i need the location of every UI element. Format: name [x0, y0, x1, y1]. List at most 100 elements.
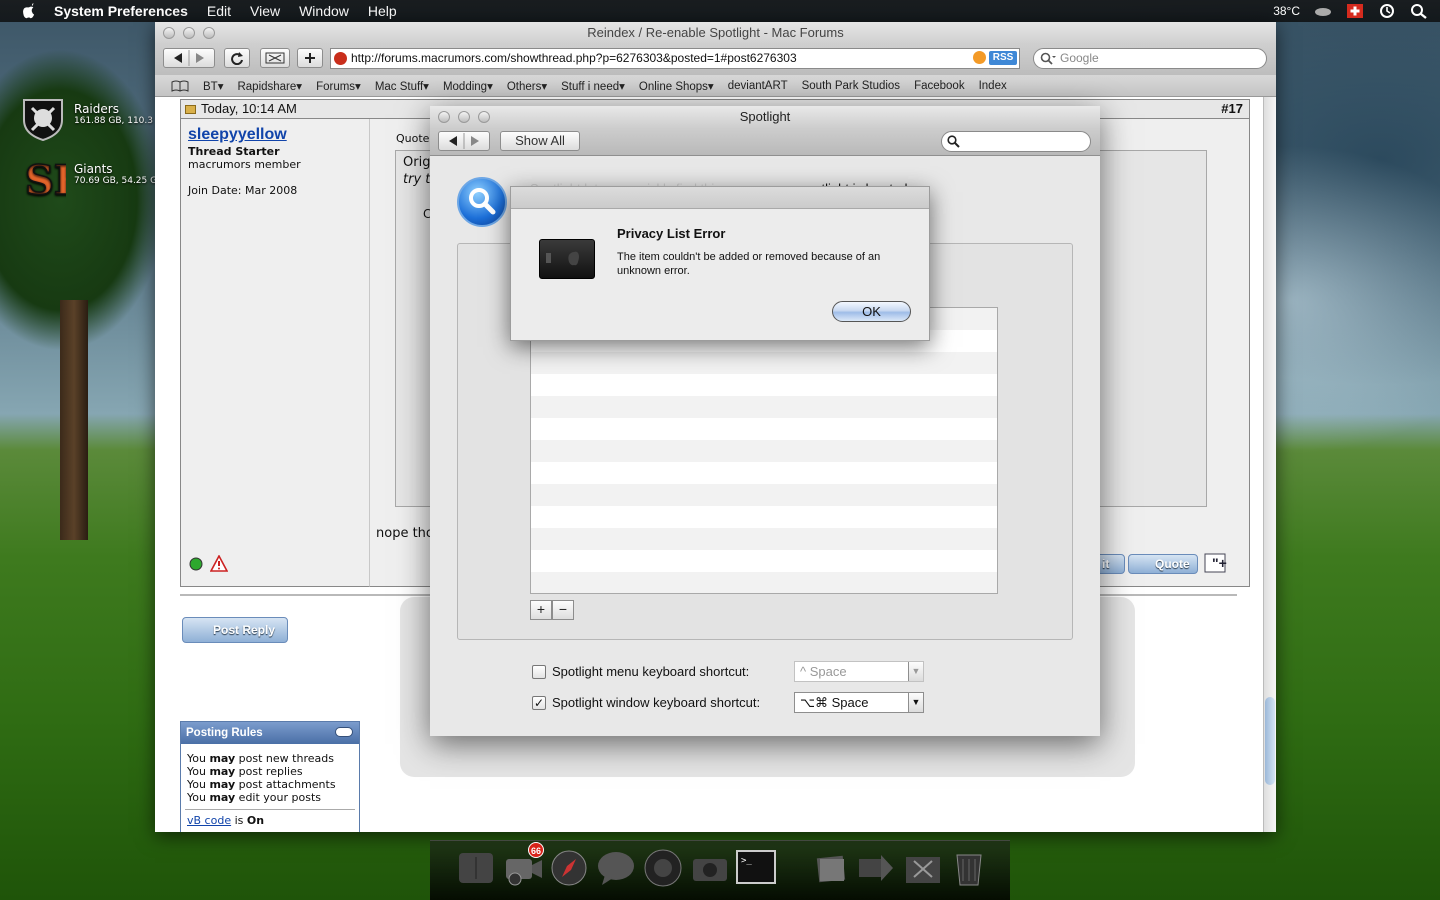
close-button[interactable]: [163, 27, 175, 39]
browser-titlebar[interactable]: Reindex / Re-enable Spotlight - Mac Foru…: [155, 22, 1276, 44]
bookmark-bt[interactable]: BT▾: [203, 79, 223, 93]
report-post-icon[interactable]: [210, 555, 228, 572]
bookmark-others[interactable]: Others▾: [507, 79, 547, 93]
minimize-button[interactable]: [458, 111, 470, 123]
menu-shortcut-checkbox[interactable]: [532, 664, 546, 679]
rule-item: You may edit your posts: [187, 791, 322, 804]
preferences-search-field[interactable]: [941, 131, 1091, 152]
apple-menu-icon[interactable]: [18, 3, 40, 19]
back-forward-buttons[interactable]: [438, 131, 490, 151]
minimize-button[interactable]: [183, 27, 195, 39]
svg-text:SF: SF: [25, 157, 66, 202]
bookmark-mac-stuff[interactable]: Mac Stuff▾: [375, 79, 429, 93]
search-icon: [1040, 52, 1056, 65]
privacy-error-dialog: Privacy List Error The item couldn't be …: [510, 186, 930, 341]
post-username[interactable]: sleepyyellow: [188, 126, 287, 144]
bookmark-facebook[interactable]: Facebook: [914, 80, 965, 92]
bookmark-stuff-i-need[interactable]: Stuff i need▾: [561, 79, 625, 93]
rss-button[interactable]: RSS: [989, 51, 1017, 65]
menu-help[interactable]: Help: [368, 3, 397, 19]
feed-icon[interactable]: [973, 51, 986, 64]
menu-app-name[interactable]: System Preferences: [54, 3, 188, 19]
search-field[interactable]: Google: [1033, 48, 1267, 69]
camera-icon[interactable]: [689, 847, 731, 889]
trash-icon[interactable]: [948, 847, 990, 889]
snapback-button[interactable]: [260, 48, 290, 68]
page-scrollbar[interactable]: [1263, 97, 1276, 832]
close-button[interactable]: [438, 111, 450, 123]
bookmark-modding[interactable]: Modding▾: [443, 79, 493, 93]
temperature-readout[interactable]: 38°C: [1273, 4, 1300, 18]
plus-icon: [305, 53, 315, 63]
menu-shortcut-popup[interactable]: ^ Space ▼: [794, 661, 924, 682]
address-bar[interactable]: http://forums.macrumors.com/showthread.p…: [330, 48, 1020, 69]
desktop-drive-raiders[interactable]: Raiders 161.88 GB, 110.3: [20, 96, 153, 142]
drive-name: Raiders: [74, 102, 119, 116]
multi-quote-icon[interactable]: "+: [1203, 551, 1229, 575]
post-reply-button[interactable]: Post Reply: [182, 617, 288, 643]
zoom-button[interactable]: [478, 111, 490, 123]
swiss-flag-icon[interactable]: [1346, 3, 1364, 19]
forward-arrow-icon[interactable]: [855, 847, 897, 889]
quote-text: try t: [403, 172, 431, 187]
browser-toolbar: http://forums.macrumors.com/showthread.p…: [155, 44, 1276, 75]
bookmarks-book-icon[interactable]: [171, 80, 189, 92]
add-location-button[interactable]: +: [530, 600, 552, 620]
quote-label: Quote: [396, 132, 430, 145]
spotlight-titlebar[interactable]: Spotlight: [430, 106, 1100, 128]
drive-name: Giants: [74, 162, 113, 176]
menu-shortcut-row: Spotlight menu keyboard shortcut:: [532, 664, 749, 679]
safari-compass-icon[interactable]: [548, 847, 590, 889]
desktop-drive-giants[interactable]: SF Giants 70.69 GB, 54.25 G: [20, 152, 157, 202]
remove-location-button[interactable]: −: [552, 600, 574, 620]
bookmark-deviantart[interactable]: deviantART: [728, 80, 788, 92]
quote-button[interactable]: Quote: [1128, 554, 1198, 574]
menu-view[interactable]: View: [250, 3, 280, 19]
giants-drive-icon: SF: [24, 156, 66, 202]
online-status-icon: [189, 557, 203, 571]
terminal-icon[interactable]: >_: [735, 847, 777, 889]
posting-rules-title: Posting Rules: [186, 727, 263, 739]
browser-title: Reindex / Re-enable Spotlight - Mac Foru…: [587, 25, 844, 40]
reload-button[interactable]: [224, 48, 250, 68]
window-controls: [163, 27, 215, 39]
show-all-button[interactable]: Show All: [500, 131, 580, 151]
rule-item: You may post attachments: [187, 778, 336, 791]
time-machine-icon[interactable]: [1378, 3, 1396, 19]
scrollbar-thumb[interactable]: [1265, 697, 1275, 785]
bookmark-south-park-studios[interactable]: South Park Studios: [802, 80, 900, 92]
chevron-down-icon: ▼: [908, 662, 923, 681]
window-shortcut-row: ✓ Spotlight window keyboard shortcut:: [532, 695, 760, 710]
bookmark-online-shops[interactable]: Online Shops▾: [639, 79, 714, 93]
stack-folder-icon[interactable]: [810, 847, 852, 889]
drive-info: 70.69 GB, 54.25 G: [74, 176, 158, 186]
zoom-button[interactable]: [203, 27, 215, 39]
back-forward-arrows-icon: [449, 133, 479, 149]
menu-edit[interactable]: Edit: [207, 3, 231, 19]
speaker-icon[interactable]: [642, 847, 684, 889]
spotlight-menu-icon[interactable]: [1410, 3, 1428, 19]
add-bookmark-button[interactable]: [297, 48, 323, 68]
vb-code-line: vB code is On: [187, 814, 265, 827]
posting-rules-box: Posting Rules You may post new threads Y…: [180, 721, 360, 832]
collapse-icon[interactable]: [335, 727, 353, 737]
back-forward-buttons[interactable]: [163, 48, 215, 68]
window-shortcut-checkbox[interactable]: ✓: [532, 695, 546, 710]
bookmark-forums[interactable]: Forums▾: [316, 79, 361, 93]
post-number[interactable]: #17: [1221, 100, 1243, 118]
ok-button[interactable]: OK: [832, 301, 911, 322]
dialog-top-strip: [511, 187, 929, 209]
bookmark-index[interactable]: Index: [979, 80, 1007, 92]
user-rank: macrumors member: [188, 158, 301, 171]
chat-bubble-icon[interactable]: [595, 847, 637, 889]
bookmark-rapidshare[interactable]: Rapidshare▾: [237, 79, 302, 93]
vb-code-link[interactable]: vB code: [187, 814, 231, 827]
privacy-list[interactable]: [530, 307, 998, 594]
applications-folder-icon[interactable]: [902, 847, 944, 889]
finder-icon[interactable]: [455, 847, 497, 889]
weather-cloud-icon[interactable]: [1314, 3, 1332, 19]
menu-window[interactable]: Window: [299, 3, 349, 19]
bookmarks-bar: BT▾ Rapidshare▾ Forums▾ Mac Stuff▾ Moddi…: [155, 75, 1276, 97]
window-shortcut-popup[interactable]: ⌥⌘ Space ▼: [794, 692, 924, 713]
notification-badge: 66: [528, 842, 545, 858]
